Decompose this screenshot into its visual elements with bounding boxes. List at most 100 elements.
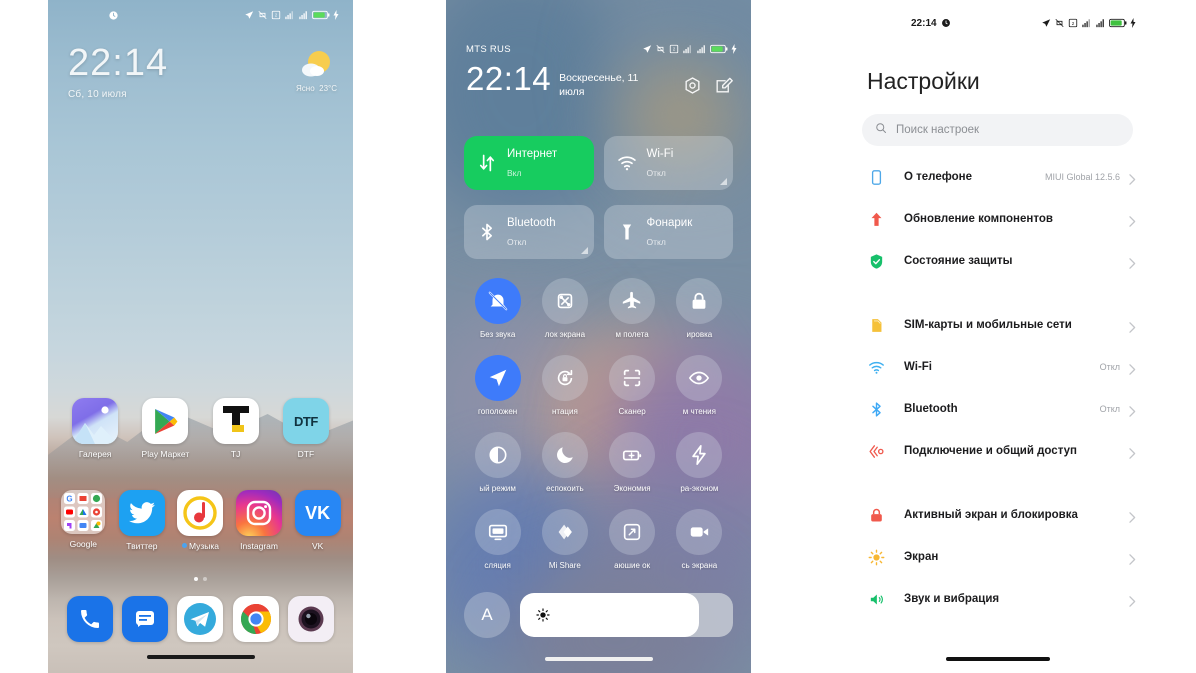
settings-row-sound-vibration[interactable]: Звук и вибрация xyxy=(845,578,1150,620)
brightness-sun-icon xyxy=(867,548,885,566)
dock-telegram[interactable] xyxy=(173,596,228,642)
settings-row-bluetooth[interactable]: Bluetooth Откл xyxy=(845,388,1150,430)
lock-icon xyxy=(867,506,885,524)
toggle-dnd[interactable]: еспокоить xyxy=(531,432,598,493)
toggle-dark-mode[interactable]: ый режим xyxy=(464,432,531,493)
app-gallery[interactable]: Галерея xyxy=(60,398,130,460)
app-music[interactable]: Музыка xyxy=(171,490,230,552)
settings-nav-bar[interactable] xyxy=(945,657,1050,661)
settings-row-about-phone[interactable]: О телефоне MIUI Global 12.5.6 xyxy=(845,156,1150,198)
mi-share-icon xyxy=(541,509,588,555)
app-tj[interactable]: TJ xyxy=(201,398,271,460)
notification-dot xyxy=(181,543,187,548)
status-bar-right: 2 xyxy=(642,44,737,54)
settings-group-divider xyxy=(845,282,1150,304)
cc-big-tiles-row-1: Интернет Вкл Wi-Fi Откл xyxy=(464,136,733,190)
location-arrow-icon xyxy=(642,44,652,54)
location-arrow-icon xyxy=(244,10,254,20)
dock-camera[interactable] xyxy=(284,596,339,642)
toggle-silent[interactable]: Без звука xyxy=(464,278,531,339)
carrier-text: MTS RUS xyxy=(466,43,511,55)
toggle-lock[interactable]: ировка xyxy=(666,278,733,339)
edit-tiles-icon[interactable] xyxy=(714,76,733,95)
dock-phone[interactable] xyxy=(62,596,117,642)
toggle-label: м полета xyxy=(615,330,649,339)
phone-control-center: MTS RUS 2 22:14 Воскресенье, 11 июля Инт… xyxy=(446,0,751,673)
expand-corner-icon[interactable] xyxy=(580,247,588,254)
toggle-label: сь экрана xyxy=(681,561,718,570)
chrome-icon xyxy=(232,596,279,642)
app-folder-google[interactable]: G Google xyxy=(54,490,113,552)
app-twitter[interactable]: Твиттер xyxy=(113,490,172,552)
app-label: DTF xyxy=(297,449,315,459)
home-app-row-2: G Google Твиттер Музыка Instagram VK VK xyxy=(48,490,353,552)
app-play-market[interactable]: Play Маркет xyxy=(130,398,200,460)
tile-internet[interactable]: Интернет Вкл xyxy=(464,136,594,190)
toggle-screen-record[interactable]: сь экрана xyxy=(666,509,733,570)
tile-subtitle: Откл xyxy=(646,168,666,178)
phone-home-screen: 2 22:14 Сб, 10 июля Ясно 23°C Галерея Pl… xyxy=(48,0,353,673)
brightness-slider[interactable] xyxy=(520,593,733,637)
settings-row-label: Активный экран и блокировка xyxy=(904,509,1078,521)
toggle-reading-mode[interactable]: м чтения xyxy=(666,355,733,416)
app-instagram[interactable]: Instagram xyxy=(230,490,289,552)
cc-big-tiles-row-2: Bluetooth Откл Фонарик Откл xyxy=(464,205,733,259)
home-weather-widget[interactable]: Ясно 23°C xyxy=(296,48,337,93)
cc-nav-bar[interactable] xyxy=(544,657,653,661)
dock-chrome[interactable] xyxy=(228,596,283,642)
settings-row-display[interactable]: Экран xyxy=(845,536,1150,578)
toggle-mi-share[interactable]: Mi Share xyxy=(531,509,598,570)
app-dtf[interactable]: DTF DTF xyxy=(271,398,341,460)
battery-icon xyxy=(1109,18,1127,28)
expand-corner-icon[interactable] xyxy=(720,178,727,185)
cc-clock-time: 22:14 xyxy=(466,60,552,97)
settings-row-label: О телефоне xyxy=(904,171,972,183)
toggle-location[interactable]: гоположен xyxy=(464,355,531,416)
home-page-indicator[interactable] xyxy=(48,577,353,581)
charging-bolt-icon xyxy=(731,44,737,54)
status-bar-left: 22:14 xyxy=(911,18,951,29)
home-clock-widget[interactable]: 22:14 Сб, 10 июля xyxy=(68,44,168,100)
toggle-screen-lock[interactable]: лок экрана xyxy=(531,278,598,339)
eye-reading-icon xyxy=(676,355,723,401)
camera-icon xyxy=(288,596,335,642)
tile-subtitle: Откл xyxy=(507,237,527,247)
toggle-ultra-saver[interactable]: ра-эконом xyxy=(666,432,733,493)
tile-bluetooth[interactable]: Bluetooth Откл xyxy=(464,205,594,259)
settings-row-sim-networks[interactable]: SIM-карты и мобильные сети xyxy=(845,304,1150,346)
toggle-floating-windows[interactable]: аюшие ок xyxy=(599,509,666,570)
toggle-label: аюшие ок xyxy=(614,561,651,570)
toggle-scanner[interactable]: Сканер xyxy=(599,355,666,416)
wifi-icon xyxy=(867,358,885,376)
tile-flashlight[interactable]: Фонарик Откл xyxy=(603,205,733,259)
auto-brightness-label: A xyxy=(481,605,493,624)
bell-off-icon xyxy=(474,278,521,324)
home-clock-time: 22:14 xyxy=(68,42,169,84)
toggle-label: ра-эконом xyxy=(680,484,719,493)
settings-row-wifi[interactable]: Wi-Fi Откл xyxy=(845,346,1150,388)
gallery-icon xyxy=(72,398,119,444)
dock-messages[interactable] xyxy=(117,596,172,642)
signal-bars-icon xyxy=(298,10,309,20)
app-label: Музыка xyxy=(171,541,230,552)
chevron-right-icon xyxy=(1129,214,1136,227)
app-vk[interactable]: VK VK xyxy=(288,490,347,552)
toggle-airplane[interactable]: м полета xyxy=(599,278,666,339)
settings-row-component-update[interactable]: Обновление компонентов xyxy=(845,198,1150,240)
settings-row-security-status[interactable]: Состояние защиты xyxy=(845,240,1150,282)
auto-brightness-button[interactable]: A xyxy=(464,592,510,638)
cc-header: 22:14 Воскресенье, 11 июля xyxy=(466,62,733,99)
tile-wifi[interactable]: Wi-Fi Откл xyxy=(603,136,733,190)
settings-gear-icon[interactable] xyxy=(683,76,702,95)
home-nav-bar[interactable] xyxy=(146,655,255,659)
toggle-battery-saver[interactable]: Экономия xyxy=(599,432,666,493)
toggle-cast[interactable]: сляция xyxy=(464,509,531,570)
settings-row-label: Обновление компонентов xyxy=(904,213,1053,225)
charging-bolt-icon xyxy=(1130,18,1136,28)
location-arrow-icon xyxy=(474,355,521,401)
settings-row-value: Откл xyxy=(1099,362,1120,372)
settings-row-lockscreen[interactable]: Активный экран и блокировка xyxy=(845,494,1150,536)
toggle-auto-rotate[interactable]: нтация xyxy=(531,355,598,416)
settings-row-connection-sharing[interactable]: Подключение и общий доступ xyxy=(845,430,1150,472)
search-input[interactable]: Поиск настроек xyxy=(862,114,1133,146)
